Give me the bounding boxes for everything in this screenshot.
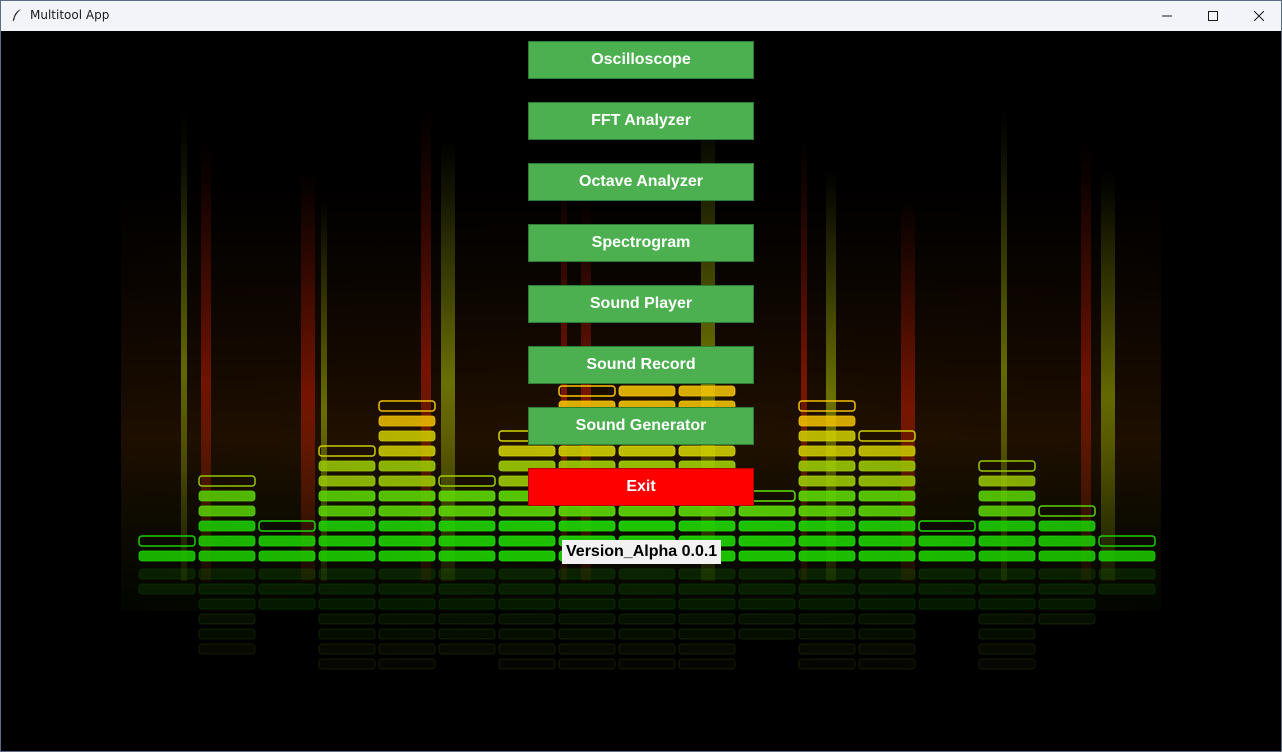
- main-canvas: Oscilloscope FFT Analyzer Octave Analyze…: [1, 31, 1281, 751]
- minimize-icon: [1162, 15, 1172, 16]
- minimize-button[interactable]: [1144, 0, 1190, 31]
- maximize-button[interactable]: [1190, 0, 1236, 31]
- oscilloscope-button[interactable]: Oscilloscope: [528, 41, 754, 79]
- exit-button[interactable]: Exit: [528, 468, 754, 506]
- feather-icon: [12, 9, 21, 22]
- maximize-icon: [1208, 10, 1218, 21]
- close-button[interactable]: [1236, 0, 1282, 31]
- octave-analyzer-button[interactable]: Octave Analyzer: [528, 163, 754, 201]
- sound-player-button[interactable]: Sound Player: [528, 285, 754, 323]
- fft-analyzer-button[interactable]: FFT Analyzer: [528, 102, 754, 140]
- window-title: Multitool App: [30, 8, 110, 22]
- title-bar[interactable]: Multitool App: [0, 0, 1282, 32]
- version-label: Version_Alpha 0.0.1: [562, 540, 722, 564]
- app-window: Multitool App Oscilloscope FFT Analyzer …: [0, 0, 1282, 752]
- sound-generator-button[interactable]: Sound Generator: [528, 407, 754, 445]
- sound-record-button[interactable]: Sound Record: [528, 346, 754, 384]
- close-icon: [1254, 10, 1264, 21]
- spectrogram-button[interactable]: Spectrogram: [528, 224, 754, 262]
